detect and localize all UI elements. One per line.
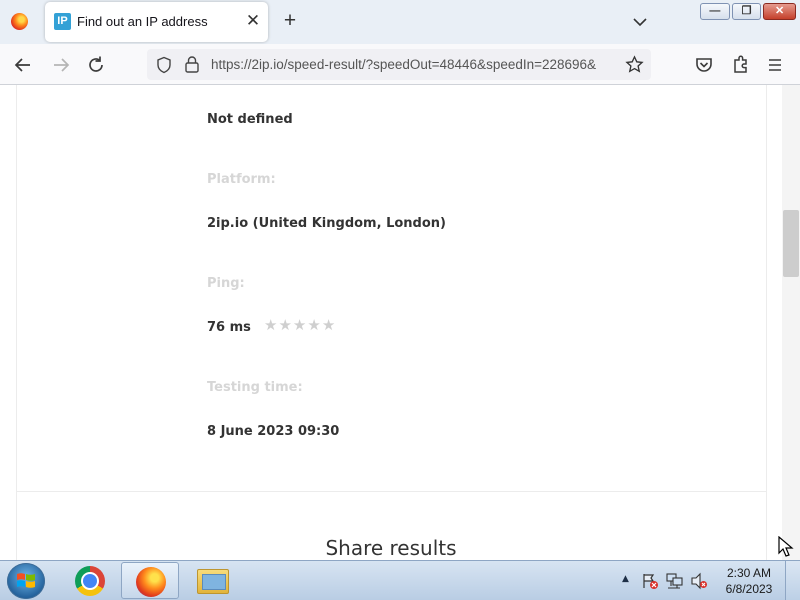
ip-favicon-icon: IP xyxy=(54,13,71,30)
tab-title: Find out an IP address xyxy=(77,14,208,29)
platform-label: Platform: xyxy=(207,172,276,187)
tab-close-icon[interactable]: ✕ xyxy=(243,11,263,31)
folder-icon xyxy=(197,569,229,594)
clock-time: 2:30 AM xyxy=(726,566,772,580)
start-button[interactable] xyxy=(7,563,45,599)
testing-time-value: 8 June 2023 09:30 xyxy=(207,424,340,439)
url-text: https://2ip.io/speed-result/?speedOut=48… xyxy=(211,57,597,72)
taskbar: ▲ 2:30 AM 6/8/2023 xyxy=(0,560,800,600)
windows-logo-icon xyxy=(17,573,35,588)
platform-value: 2ip.io (United Kingdom, London) xyxy=(207,216,446,231)
shield-icon[interactable] xyxy=(155,56,173,74)
menu-icon[interactable] xyxy=(764,54,786,76)
tab-strip: IP Find out an IP address ✕ + — ❐ ✕ xyxy=(0,0,800,44)
window-controls: — ❐ ✕ xyxy=(700,3,796,21)
close-window-button[interactable]: ✕ xyxy=(763,3,796,20)
tray-expand-icon[interactable]: ▲ xyxy=(622,574,629,584)
firefox-view-icon[interactable] xyxy=(11,13,28,30)
bookmark-star-icon[interactable] xyxy=(625,55,644,74)
star-icon: ★ xyxy=(264,316,278,334)
taskbar-chrome[interactable] xyxy=(60,562,118,599)
minimize-button[interactable]: — xyxy=(700,3,730,20)
testing-time-label: Testing time: xyxy=(207,380,303,395)
mouse-cursor-icon xyxy=(778,536,794,557)
new-tab-button[interactable]: + xyxy=(279,10,301,32)
share-results-heading: Share results xyxy=(325,536,457,560)
star-icon: ★ xyxy=(321,316,336,334)
reload-icon[interactable] xyxy=(85,54,107,76)
chevron-down-icon[interactable] xyxy=(630,12,650,32)
chrome-icon xyxy=(75,566,105,596)
page-content: Not defined Platform: 2ip.io (United Kin… xyxy=(0,85,782,560)
forward-arrow-icon[interactable] xyxy=(50,54,72,76)
ping-value: 76 ms xyxy=(207,320,251,335)
ping-rating: ★ ★ ★ ★ ★ xyxy=(264,316,335,334)
back-arrow-icon[interactable] xyxy=(12,54,34,76)
star-icon: ★ xyxy=(292,316,307,334)
scrollbar-thumb[interactable] xyxy=(783,210,799,277)
show-desktop-button[interactable] xyxy=(785,561,800,600)
navigation-bar: https://2ip.io/speed-result/?speedOut=48… xyxy=(0,44,800,85)
volume-muted-icon[interactable] xyxy=(690,572,708,590)
provider-value: Not defined xyxy=(207,112,293,127)
taskbar-firefox[interactable] xyxy=(121,562,179,599)
system-clock[interactable]: 2:30 AM 6/8/2023 xyxy=(718,565,780,597)
vertical-scrollbar[interactable] xyxy=(782,85,800,560)
ping-label: Ping: xyxy=(207,276,245,291)
result-card xyxy=(16,85,767,560)
star-icon: ★ xyxy=(307,316,321,334)
clock-date: 6/8/2023 xyxy=(725,582,773,596)
section-divider xyxy=(16,491,767,492)
screen: IP Find out an IP address ✕ + — ❐ ✕ http… xyxy=(0,0,800,600)
network-icon[interactable] xyxy=(665,572,684,590)
taskbar-file-explorer[interactable] xyxy=(183,562,241,599)
firefox-icon xyxy=(136,567,166,597)
pocket-icon[interactable] xyxy=(693,54,715,76)
url-fade xyxy=(602,49,622,80)
star-icon: ★ xyxy=(278,316,292,334)
action-center-flag-icon[interactable] xyxy=(641,572,659,590)
restore-button[interactable]: ❐ xyxy=(731,3,762,20)
lock-icon[interactable] xyxy=(183,55,201,74)
tab-find-ip[interactable]: IP Find out an IP address ✕ xyxy=(45,2,268,42)
address-bar[interactable]: https://2ip.io/speed-result/?speedOut=48… xyxy=(147,49,651,80)
extensions-icon[interactable] xyxy=(729,54,751,76)
